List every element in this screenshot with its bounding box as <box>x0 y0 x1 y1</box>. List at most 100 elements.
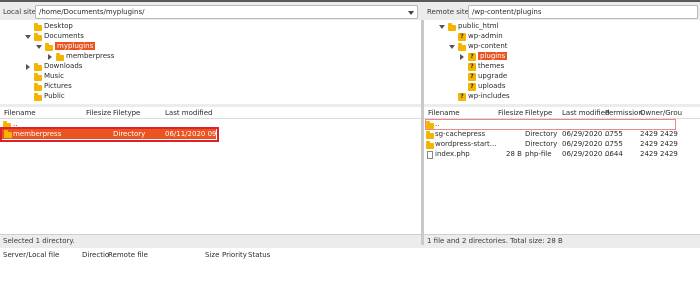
remote-tree-item[interactable]: ? upgrade <box>424 72 700 82</box>
folder-icon <box>448 23 456 31</box>
local-tree-item[interactable]: Downloads <box>0 62 421 72</box>
folder-icon <box>34 83 42 91</box>
remote-row-size: 28 B <box>506 150 522 158</box>
remote-row-owner: 2429 2429 <box>640 140 678 148</box>
local-col-modified[interactable]: Last modified <box>165 109 212 120</box>
queue-col-priority[interactable]: Priority <box>222 251 247 262</box>
local-status-text: Selected 1 directory. <box>3 237 75 245</box>
local-tree-label: Desktop <box>44 22 73 30</box>
unknown-folder-icon: ? <box>468 73 476 81</box>
list-item[interactable]: index.php 28 Bphp-file 06/29/2020 ... 0644 2… <box>424 150 700 160</box>
remote-tree-item[interactable]: ? themes <box>424 62 700 72</box>
local-tree-label: Pictures <box>44 82 72 90</box>
local-path-input[interactable]: /home/Documents/myplugins/ <box>35 5 418 19</box>
remote-row-name: index.php <box>435 150 470 158</box>
local-status-bar: Selected 1 directory. <box>0 234 421 246</box>
chevron-right-icon[interactable] <box>47 54 53 60</box>
local-tree-label: Documents <box>44 32 84 40</box>
chevron-down-icon[interactable] <box>25 34 31 40</box>
top-edge <box>0 0 700 2</box>
local-col-filetype[interactable]: Filetype <box>113 109 140 120</box>
local-tree-item[interactable]: Desktop <box>0 22 421 32</box>
remote-tree-label: wp-content <box>468 42 508 50</box>
folder-icon <box>45 43 53 51</box>
remote-tree-item[interactable]: ? wp-includes <box>424 92 700 102</box>
remote-tree-item[interactable]: public_html <box>424 22 700 32</box>
chevron-right-icon[interactable] <box>459 54 465 60</box>
local-col-filename[interactable]: Filename <box>4 109 36 120</box>
local-file-list[interactable]: Filename Filesize Filetype Last modified… <box>0 107 421 234</box>
remote-tree-item[interactable]: ? wp-admin <box>424 32 700 42</box>
local-tree-item[interactable]: Documents <box>0 32 421 42</box>
list-item[interactable]: sg-cachepress Directory 06/29/2020 ... 0755… <box>424 130 700 140</box>
chevron-down-icon[interactable] <box>449 44 455 50</box>
queue-col-server-local[interactable]: Server/Local file <box>3 251 59 262</box>
queue-col-size[interactable]: Size <box>205 251 219 262</box>
queue-col-direction[interactable]: Directio <box>82 251 109 262</box>
local-tree-label: Public <box>44 92 65 100</box>
remote-file-list[interactable]: Filename Filesize Filetype Last modified… <box>424 107 700 234</box>
local-path-dropdown-icon[interactable] <box>406 7 416 18</box>
local-path-value: /home/Documents/myplugins/ <box>39 8 145 16</box>
queue-col-status[interactable]: Status <box>248 251 270 262</box>
remote-tree-pane[interactable]: public_html? wp-admin wp-content? plugins? t… <box>424 20 700 104</box>
folder-icon <box>56 53 64 61</box>
remote-tree-item[interactable]: ? plugins <box>424 52 700 62</box>
remote-row-modified: 06/29/2020 ... <box>562 130 612 138</box>
unknown-folder-icon: ? <box>468 53 476 61</box>
unknown-folder-icon: ? <box>458 33 466 41</box>
local-tree-label: Music <box>44 72 64 80</box>
local-tree-pane[interactable]: Desktop Documents myplugins memberpress Down… <box>0 20 421 104</box>
local-tree-item[interactable]: memberpress <box>0 52 421 62</box>
remote-tree-item[interactable]: wp-content <box>424 42 700 52</box>
local-site-label: Local site: <box>3 8 39 16</box>
remote-tree-label: upgrade <box>478 72 508 80</box>
queue-col-remote-file[interactable]: Remote file <box>108 251 148 262</box>
unknown-folder-icon: ? <box>468 63 476 71</box>
remote-list-header: Filename Filesize Filetype Last modified… <box>424 107 700 119</box>
folder-icon <box>426 131 434 139</box>
folder-icon <box>426 141 434 149</box>
chevron-down-icon[interactable] <box>439 24 445 30</box>
unknown-folder-icon: ? <box>468 83 476 91</box>
local-tree-item[interactable]: myplugins <box>0 42 421 52</box>
remote-path-input[interactable]: /wp-content/plugins <box>468 5 698 19</box>
remote-row-owner: 2429 2429 <box>640 150 678 158</box>
remote-row-modified: 06/29/2020 ... <box>562 140 612 148</box>
local-tree-label: memberpress <box>66 52 115 60</box>
remote-row-perm: 0755 <box>605 130 623 138</box>
local-tree-item[interactable]: Public <box>0 92 421 102</box>
highlight-box <box>425 119 676 130</box>
queue-header: Server/Local file Directio Remote file S… <box>0 248 700 260</box>
highlight-box <box>0 127 219 142</box>
remote-row-modified: 06/29/2020 ... <box>562 150 612 158</box>
folder-icon <box>34 63 42 71</box>
file-icon <box>427 151 433 159</box>
folder-icon <box>34 73 42 81</box>
remote-row-type: php-file <box>525 150 552 158</box>
chevron-down-icon[interactable] <box>36 44 42 50</box>
folder-icon <box>34 93 42 101</box>
folder-icon <box>34 33 42 41</box>
unknown-folder-icon: ? <box>458 93 466 101</box>
local-tree-item[interactable]: Music <box>0 72 421 82</box>
remote-tree-label: wp-admin <box>468 32 503 40</box>
remote-row-type: Directory <box>525 140 558 148</box>
remote-status-bar: 1 file and 2 directories. Total size: 28… <box>424 234 700 246</box>
remote-tree-label: wp-includes <box>468 92 510 100</box>
remote-tree-label: themes <box>478 62 505 70</box>
local-col-filesize[interactable]: Filesize <box>86 109 111 120</box>
local-tree-label: Downloads <box>44 62 83 70</box>
remote-row-perm: 0644 <box>605 150 623 158</box>
remote-row-name: wordpress-start... <box>435 140 497 148</box>
local-tree-label: myplugins <box>55 42 96 50</box>
remote-row-type: Directory <box>525 130 558 138</box>
list-item[interactable]: wordpress-start... Directory 06/29/2020 ..… <box>424 140 700 150</box>
remote-tree-item[interactable]: ? uploads <box>424 82 700 92</box>
remote-row-name: sg-cachepress <box>435 130 486 138</box>
transfer-queue[interactable]: Server/Local file Directio Remote file S… <box>0 248 700 285</box>
remote-tree-label: plugins <box>478 52 508 60</box>
local-tree-item[interactable]: Pictures <box>0 82 421 92</box>
remote-row-perm: 0755 <box>605 140 623 148</box>
chevron-right-icon[interactable] <box>25 64 31 70</box>
